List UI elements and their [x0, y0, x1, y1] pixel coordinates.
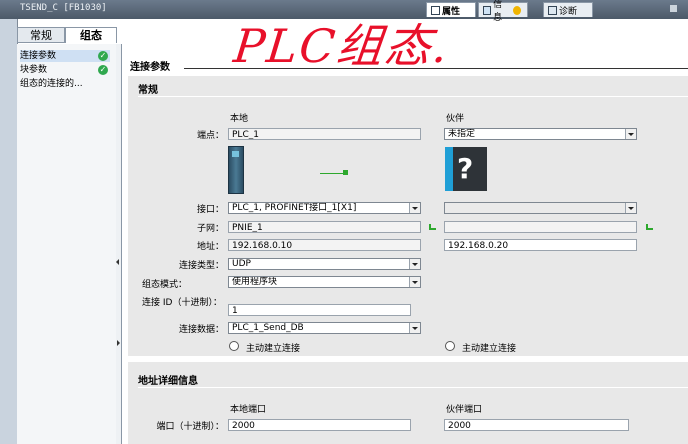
local-port-input[interactable]: 2000 — [228, 419, 411, 431]
tab-diagnostics-label: 诊断 — [559, 6, 578, 17]
subsection-title-general: 常规 — [138, 85, 158, 96]
config-mode-value: 使用程序块 — [232, 277, 278, 287]
partner-port-header: 伙伴端口 — [446, 405, 483, 415]
port-connector-icon — [343, 170, 348, 175]
properties-icon — [431, 5, 440, 15]
chevron-down-icon — [409, 323, 420, 333]
endpoint-label: 端点： — [196, 131, 224, 141]
nav-item-label: 组态的连接的... — [20, 79, 83, 89]
subsection-divider — [138, 96, 688, 97]
connection-line — [320, 173, 344, 174]
partner-active-connection-label: 主动建立连接 — [462, 344, 517, 354]
nav-item-configured-connections[interactable]: 组态的连接的... — [20, 78, 83, 90]
check-ok-icon: ✓ — [98, 65, 108, 75]
partner-address-input[interactable]: 192.168.0.20 — [444, 239, 637, 251]
chevron-down-icon — [409, 259, 420, 269]
connection-data-label: 连接数据： — [178, 325, 224, 335]
local-subnet-field: PNIE_1 — [228, 221, 421, 233]
properties-content: 连接参数 常规 本地 伙伴 端点： PLC_1 未指定 ? 接口： PLC_1,… — [122, 19, 688, 444]
connection-data-value: PLC_1_Send_DB — [232, 323, 304, 333]
local-endpoint-field: PLC_1 — [228, 128, 421, 140]
address-details-divider — [138, 387, 688, 388]
chevron-down-icon — [625, 203, 636, 213]
unknown-partner-device-icon: ? — [445, 147, 487, 191]
warning-icon — [513, 5, 521, 15]
local-address-field: 192.168.0.10 — [228, 239, 421, 251]
partner-endpoint-value: 未指定 — [448, 129, 476, 139]
check-ok-icon: ✓ — [98, 51, 108, 61]
partner-interface-dropdown — [444, 202, 637, 214]
connection-id-label: 连接 ID（十进制）： — [142, 298, 222, 308]
diagnostics-icon — [548, 5, 557, 15]
address-label: 地址： — [196, 242, 224, 252]
nav-item-connection-params[interactable]: 连接参数 — [20, 50, 110, 62]
chevron-down-icon — [409, 277, 420, 287]
nav-item-label: 连接参数 — [20, 51, 57, 61]
local-interface-value: PLC_1, PROFINET接口_1[X1] — [232, 203, 357, 213]
connection-id-input[interactable]: 1 — [228, 304, 411, 316]
chevron-down-icon — [625, 129, 636, 139]
nav-item-label: 块参数 — [20, 65, 48, 75]
tab-properties-label: 属性 — [442, 6, 461, 17]
interface-label: 接口： — [196, 205, 224, 215]
connection-data-dropdown[interactable]: PLC_1_Send_DB — [228, 322, 421, 334]
local-active-connection-radio[interactable] — [229, 341, 239, 351]
plc-device-icon — [228, 146, 244, 194]
partner-port-input[interactable]: 2000 — [444, 419, 629, 431]
nav-tabs: 常规 组态 — [17, 27, 117, 44]
window-restore-icon[interactable] — [670, 5, 677, 12]
window-title: TSEND_C [FB1030] — [20, 3, 107, 13]
subnet-label: 子网： — [196, 224, 224, 234]
nav-item-block-params[interactable]: 块参数 — [20, 64, 47, 76]
partner-endpoint-dropdown[interactable]: 未指定 — [444, 128, 637, 140]
chevron-down-icon — [409, 203, 420, 213]
local-port-header: 本地端口 — [230, 405, 267, 415]
subnet-connector-icon — [431, 228, 436, 230]
left-edge-bar — [0, 19, 18, 444]
tab-general[interactable]: 常规 — [17, 27, 65, 43]
collapse-left-icon — [116, 259, 119, 265]
partner-column-header: 伙伴 — [446, 114, 465, 124]
tab-info[interactable]: 信息 — [478, 0, 528, 23]
tab-diagnostics[interactable]: 诊断 — [543, 2, 593, 17]
local-column-header: 本地 — [230, 114, 249, 124]
tab-configuration-label: 组态 — [80, 29, 102, 42]
config-mode-label: 组态模式： — [142, 280, 188, 290]
nav-panel: 连接参数 ✓ 块参数 ✓ 组态的连接的... — [17, 44, 117, 444]
tab-info-label: 信息 — [493, 0, 503, 23]
local-interface-dropdown[interactable]: PLC_1, PROFINET接口_1[X1] — [228, 202, 421, 214]
section-title-connection-params: 连接参数 — [130, 62, 170, 73]
address-details-title: 地址详细信息 — [138, 376, 198, 387]
subnet-connector-icon — [648, 228, 653, 230]
port-label: 端口（十进制）： — [156, 422, 224, 432]
tab-general-label: 常规 — [30, 29, 52, 42]
local-active-connection-label: 主动建立连接 — [246, 344, 301, 354]
connection-type-value: UDP — [232, 259, 251, 269]
expand-right-icon — [117, 340, 120, 346]
partner-subnet-field — [444, 221, 637, 233]
connection-type-label: 连接类型： — [178, 261, 224, 271]
info-icon — [483, 5, 492, 15]
tab-properties[interactable]: 属性 — [426, 2, 476, 17]
partner-active-connection-radio[interactable] — [445, 341, 455, 351]
config-mode-dropdown[interactable]: 使用程序块 — [228, 276, 421, 288]
connection-type-dropdown[interactable]: UDP — [228, 258, 421, 270]
handwritten-annotation: PLC组态. — [231, 19, 453, 73]
tab-configuration[interactable]: 组态 — [65, 27, 117, 43]
